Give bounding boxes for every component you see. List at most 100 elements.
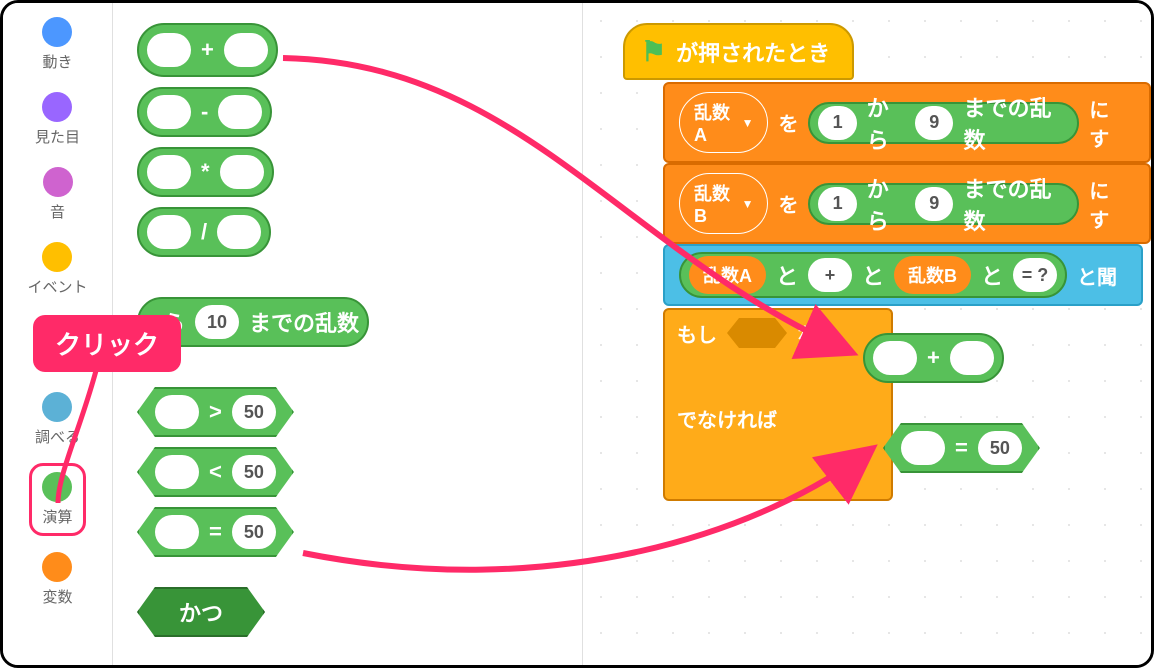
text: から <box>867 91 905 155</box>
operator-subtract-block[interactable]: - <box>137 87 272 137</box>
event-flag-clicked-block[interactable]: ⚑ が押されたとき <box>623 23 854 80</box>
operator-multiply-block[interactable]: * <box>137 147 274 197</box>
operator-symbol: = <box>955 435 968 461</box>
variable-reporter[interactable]: 乱数A <box>689 256 766 294</box>
input-slot[interactable]: 1 <box>818 187 856 221</box>
green-flag-icon: ⚑ <box>641 35 666 68</box>
annotation-callout: クリック <box>33 315 181 372</box>
text: から <box>867 172 905 236</box>
input-slot[interactable]: 9 <box>915 106 953 140</box>
input-slot[interactable] <box>950 341 994 375</box>
ask-block[interactable]: 乱数A と + と 乱数B と = ? と聞 <box>663 244 1143 306</box>
category-label: 演算 <box>42 506 72 527</box>
operator-symbol: * <box>201 159 210 185</box>
operator-lt-block[interactable]: <50 <box>137 447 294 497</box>
category-音[interactable]: 音 <box>43 167 73 222</box>
input-slot[interactable]: 1 <box>818 106 856 140</box>
category-調べる[interactable]: 調べる <box>35 392 80 447</box>
operator-label: かつ <box>179 596 223 628</box>
operator-symbol: > <box>209 399 222 425</box>
input-slot[interactable] <box>873 341 917 375</box>
input-slot[interactable] <box>147 95 191 129</box>
dragged-eq-block[interactable]: = 50 <box>883 423 1040 473</box>
category-color-icon <box>42 552 72 582</box>
hat-label: が押されたとき <box>676 36 830 68</box>
text: を <box>778 189 798 218</box>
input-slot[interactable]: = ? <box>1013 258 1057 292</box>
operator-random-inline[interactable]: 1 から 9 までの乱数 <box>808 183 1079 225</box>
operator-symbol: + <box>201 37 214 63</box>
text: もし <box>677 319 717 348</box>
input-slot[interactable] <box>218 95 262 129</box>
text: を <box>778 108 798 137</box>
join-reporter[interactable]: 乱数A と + と 乱数B と = ? <box>679 252 1067 298</box>
input-slot[interactable]: 50 <box>232 515 276 549</box>
variable-reporter[interactable]: 乱数B <box>894 256 971 294</box>
operator-symbol: + <box>927 345 940 371</box>
input-slot[interactable]: 50 <box>232 395 276 429</box>
input-slot[interactable]: 9 <box>915 187 953 221</box>
input-slot[interactable] <box>901 431 945 465</box>
category-label: 音 <box>50 201 65 222</box>
input-slot[interactable] <box>220 155 264 189</box>
input-slot[interactable]: + <box>808 258 852 292</box>
text: と聞 <box>1077 261 1117 290</box>
category-color-icon <box>43 167 73 197</box>
operator-symbol: / <box>201 219 207 245</box>
category-color-icon <box>42 242 72 272</box>
category-color-icon <box>42 392 72 422</box>
if-else-block[interactable]: もしなら でなければ <box>663 308 893 501</box>
operator-add-block[interactable]: + <box>137 23 278 77</box>
block-palette: + - * / ら10までの乱数 >50 <50 =50 かつ <box>113 3 583 665</box>
input-slot[interactable] <box>224 33 268 67</box>
text: にす <box>1089 94 1125 152</box>
input-slot[interactable]: 50 <box>232 455 276 489</box>
input-slot[interactable] <box>155 515 199 549</box>
category-label: 動き <box>42 51 72 72</box>
script-workspace[interactable]: ⚑が押されたとき 乱数A▼ を 1 から 9 までの乱数 にす 乱数B▼ を 1… <box>583 3 1151 665</box>
text: までの乱数 <box>963 172 1059 236</box>
chevron-down-icon: ▼ <box>742 116 754 130</box>
category-color-icon <box>42 472 72 502</box>
category-label: 変数 <box>42 586 72 607</box>
category-color-icon <box>42 92 72 122</box>
operator-gt-block[interactable]: >50 <box>137 387 294 437</box>
boolean-slot[interactable] <box>727 318 787 348</box>
set-variable-b-block[interactable]: 乱数B▼ を 1 から 9 までの乱数 にす <box>663 163 1151 244</box>
text-suffix: までの乱数 <box>249 306 359 338</box>
input-slot[interactable] <box>147 215 191 249</box>
text: と <box>981 259 1003 291</box>
set-variable-a-block[interactable]: 乱数A▼ を 1 から 9 までの乱数 にす <box>663 82 1151 163</box>
operator-eq-block[interactable]: = 50 <box>137 507 294 557</box>
text: にす <box>1089 175 1125 233</box>
category-label: イベント <box>27 276 87 297</box>
category-演算[interactable]: 演算 <box>29 463 85 536</box>
text: と <box>862 259 884 291</box>
text: までの乱数 <box>963 91 1059 155</box>
input-slot[interactable] <box>147 33 191 67</box>
dragged-add-block[interactable]: + <box>863 333 1004 383</box>
operator-and-block[interactable]: かつ <box>137 587 265 637</box>
category-color-icon <box>42 17 72 47</box>
category-動き[interactable]: 動き <box>42 17 72 72</box>
text: と <box>776 259 798 291</box>
operator-divide-block[interactable]: / <box>137 207 271 257</box>
operator-symbol: - <box>201 99 208 125</box>
operator-symbol: = <box>209 519 222 545</box>
input-slot[interactable] <box>217 215 261 249</box>
input-slot[interactable] <box>147 155 191 189</box>
category-見た目[interactable]: 見た目 <box>35 92 80 147</box>
category-変数[interactable]: 変数 <box>42 552 72 607</box>
operator-symbol: < <box>209 459 222 485</box>
input-slot[interactable] <box>155 455 199 489</box>
operator-random-inline[interactable]: 1 から 9 までの乱数 <box>808 102 1079 144</box>
input-slot[interactable]: 10 <box>195 305 239 339</box>
category-label: 調べる <box>35 426 80 447</box>
input-slot[interactable] <box>155 395 199 429</box>
chevron-down-icon: ▼ <box>742 197 754 211</box>
text: でなければ <box>677 404 777 433</box>
category-イベント[interactable]: イベント <box>27 242 87 297</box>
variable-dropdown[interactable]: 乱数A▼ <box>679 92 768 153</box>
input-slot[interactable]: 50 <box>978 431 1022 465</box>
variable-dropdown[interactable]: 乱数B▼ <box>679 173 768 234</box>
